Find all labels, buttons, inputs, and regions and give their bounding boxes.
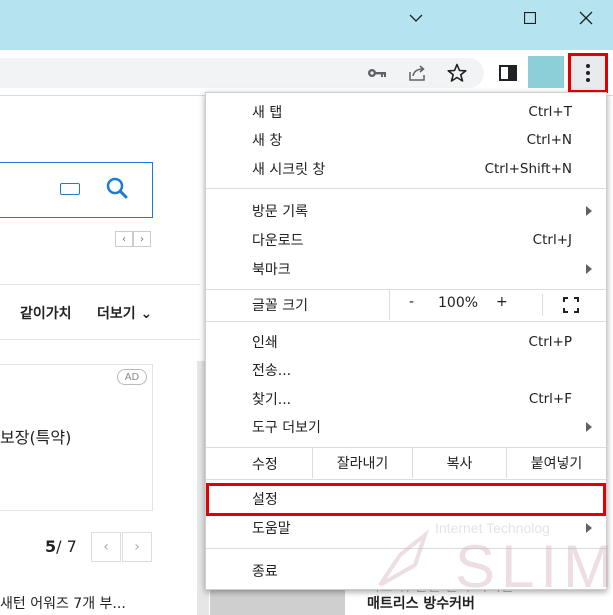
submenu-arrow-icon bbox=[586, 264, 592, 274]
menu-item-label: 방문 기록 bbox=[252, 204, 308, 220]
keyboard-icon[interactable] bbox=[60, 183, 80, 195]
share-icon[interactable] bbox=[407, 62, 429, 84]
pager-total: / 7 bbox=[56, 537, 77, 556]
nav-item-more[interactable]: 더보기 ⌄ bbox=[97, 303, 152, 323]
chevron-left-icon[interactable]: ‹ bbox=[115, 231, 133, 247]
paste-button[interactable]: 붙여넣기 bbox=[506, 448, 606, 478]
submenu-arrow-icon bbox=[586, 422, 592, 432]
chevron-down-icon bbox=[409, 14, 423, 22]
zoom-out-button[interactable]: - bbox=[409, 294, 414, 310]
ad-badge: AD bbox=[117, 369, 147, 385]
zoom-controls: - 100% + bbox=[389, 290, 603, 320]
menu-item-shortcut: Ctrl+N bbox=[526, 132, 572, 148]
menu-item-shortcut: Ctrl+P bbox=[528, 334, 572, 350]
divider bbox=[0, 284, 200, 285]
product-title[interactable]: 매트리스 방수커버 bbox=[367, 593, 475, 613]
menu-separator bbox=[206, 321, 606, 322]
menu-item-label: 도구 더보기 bbox=[252, 420, 321, 436]
edit-label: 수정 bbox=[252, 457, 278, 473]
close-button[interactable] bbox=[558, 0, 613, 36]
pager-next-button[interactable]: › bbox=[122, 532, 152, 562]
search-input[interactable] bbox=[0, 162, 153, 218]
zoom-in-button[interactable]: + bbox=[496, 294, 508, 310]
cut-button[interactable]: 잘라내기 bbox=[312, 448, 412, 478]
menu-item-label: 새 창 bbox=[252, 133, 283, 149]
menu-item-label: 다운로드 bbox=[252, 233, 304, 249]
chrome-menu-button[interactable] bbox=[568, 53, 608, 93]
menu-item-incognito[interactable]: 새 시크릿 창 Ctrl+Shift+N bbox=[206, 155, 606, 183]
menu-item-print[interactable]: 인쇄 Ctrl+P bbox=[206, 328, 606, 356]
square-icon bbox=[524, 12, 536, 24]
menu-item-shortcut: Ctrl+Shift+N bbox=[484, 161, 572, 177]
title-bar bbox=[0, 0, 613, 50]
menu-item-label: 찾기... bbox=[252, 392, 292, 408]
search-icon[interactable] bbox=[106, 177, 128, 199]
pager-prev-button[interactable]: ‹ bbox=[91, 532, 121, 562]
profile-avatar[interactable] bbox=[528, 56, 564, 88]
menu-item-shortcut: Ctrl+F bbox=[528, 391, 572, 407]
pager-count: 5/ 7 bbox=[45, 537, 77, 556]
menu-item-find[interactable]: 찾기... Ctrl+F bbox=[206, 385, 606, 413]
menu-item-cast[interactable]: 전송... bbox=[206, 356, 606, 384]
pager-current: 5 bbox=[45, 537, 57, 556]
maximize-button[interactable] bbox=[502, 0, 558, 36]
menu-item-new-window[interactable]: 새 창 Ctrl+N bbox=[206, 126, 606, 154]
chevron-down-icon: ⌄ bbox=[140, 306, 153, 322]
nav-more-label: 더보기 bbox=[97, 306, 136, 322]
fullscreen-icon bbox=[563, 297, 579, 313]
copy-button[interactable]: 복사 bbox=[412, 448, 506, 478]
browser-toolbar bbox=[0, 50, 613, 96]
menu-item-bookmarks[interactable]: 북마크 bbox=[206, 255, 606, 283]
chevron-right-icon: › bbox=[134, 539, 140, 555]
key-icon[interactable] bbox=[366, 62, 388, 84]
menu-item-help[interactable]: 도움말 bbox=[206, 514, 606, 542]
news-headline[interactable]: 새턴 어워즈 7개 부... bbox=[0, 593, 126, 613]
menu-item-exit[interactable]: 종료 bbox=[206, 557, 606, 585]
zoom-row: 글꼴 크기 - 100% + bbox=[206, 290, 606, 320]
zoom-level: 100% bbox=[438, 295, 479, 311]
menu-item-new-tab[interactable]: 새 탭 Ctrl+T bbox=[206, 98, 606, 126]
kebab-menu-icon bbox=[586, 64, 590, 82]
menu-separator bbox=[206, 479, 606, 480]
menu-item-label: 전송... bbox=[252, 363, 292, 379]
fullscreen-button[interactable] bbox=[542, 294, 604, 316]
menu-item-label: 새 탭 bbox=[252, 105, 283, 121]
submenu-arrow-icon bbox=[586, 206, 592, 216]
edit-row: 수정 잘라내기 복사 붙여넣기 bbox=[206, 448, 606, 478]
settings-highlight bbox=[206, 483, 606, 516]
mini-pager: ‹ › bbox=[115, 231, 151, 247]
menu-item-label: 도움말 bbox=[252, 521, 291, 537]
zoom-label: 글꼴 크기 bbox=[252, 298, 308, 314]
side-panel-icon[interactable] bbox=[497, 62, 519, 84]
star-icon[interactable] bbox=[446, 62, 468, 84]
chevron-right-icon[interactable]: › bbox=[133, 231, 151, 247]
menu-item-history[interactable]: 방문 기록 bbox=[206, 197, 606, 225]
menu-item-shortcut: Ctrl+T bbox=[528, 104, 572, 120]
menu-item-label: 인쇄 bbox=[252, 335, 278, 351]
menu-item-label: 종료 bbox=[252, 564, 278, 580]
menu-item-downloads[interactable]: 다운로드 Ctrl+J bbox=[206, 226, 606, 254]
menu-item-label: 새 시크릿 창 bbox=[252, 162, 326, 178]
menu-item-label: 북마크 bbox=[252, 262, 291, 278]
menu-item-shortcut: Ctrl+J bbox=[532, 232, 572, 248]
ad-text[interactable]: 보장(특약) bbox=[0, 424, 71, 448]
menu-separator bbox=[206, 188, 606, 189]
minimize-button[interactable] bbox=[388, 0, 444, 36]
menu-item-more-tools[interactable]: 도구 더보기 bbox=[206, 413, 606, 441]
close-icon bbox=[579, 11, 593, 25]
chevron-left-icon: ‹ bbox=[103, 539, 109, 555]
divider bbox=[0, 339, 200, 340]
menu-separator bbox=[206, 548, 606, 549]
submenu-arrow-icon bbox=[586, 523, 592, 533]
nav-item-together[interactable]: 같이가치 bbox=[20, 303, 72, 323]
